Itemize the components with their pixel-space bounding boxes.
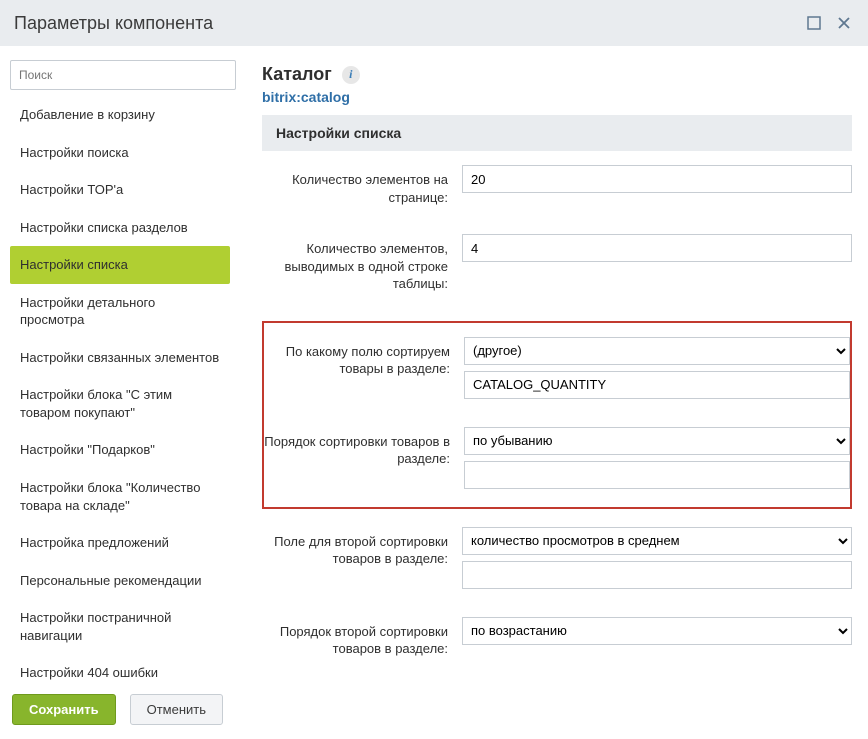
input-sort-field2[interactable] xyxy=(462,561,852,589)
select-sort-field2[interactable]: количество просмотров в среднем xyxy=(462,527,852,555)
input-line-count[interactable] xyxy=(462,234,852,262)
input-page-count[interactable] xyxy=(462,165,852,193)
search-input[interactable] xyxy=(11,61,235,89)
sidebar-item-13[interactable]: Настройки 404 ошибки xyxy=(10,654,230,680)
sidebar-item-0[interactable]: Добавление в корзину xyxy=(10,96,230,134)
sidebar-item-9[interactable]: Настройки блока "Количество товара на ск… xyxy=(10,469,230,524)
page-title: Каталог xyxy=(262,64,332,85)
label-line-count: Количество элементов, выводимых в одной … xyxy=(262,234,462,293)
info-icon[interactable]: i xyxy=(342,66,360,84)
input-sort-field[interactable] xyxy=(464,371,850,399)
select-sort-order2[interactable]: по возрастанию xyxy=(462,617,852,645)
label-sort-field: По какому полю сортируем товары в раздел… xyxy=(264,337,464,378)
component-id: bitrix:catalog xyxy=(262,89,858,105)
sidebar-item-5[interactable]: Настройки детального просмотра xyxy=(10,284,230,339)
cancel-button[interactable]: Отменить xyxy=(130,694,223,725)
label-page-count: Количество элементов на странице: xyxy=(262,165,462,206)
save-button[interactable]: Сохранить xyxy=(12,694,116,725)
window-title: Параметры компонента xyxy=(14,13,213,34)
sidebar-item-7[interactable]: Настройки блока "С этим товаром покупают… xyxy=(10,376,230,431)
sidebar-item-11[interactable]: Персональные рекомендации xyxy=(10,562,230,600)
sidebar-item-6[interactable]: Настройки связанных элементов xyxy=(10,339,230,377)
select-sort-field[interactable]: (другое) xyxy=(464,337,850,365)
sidebar-item-2[interactable]: Настройки ТОР'а xyxy=(10,171,230,209)
section-header: Настройки списка xyxy=(262,115,852,151)
highlight-box: По какому полю сортируем товары в раздел… xyxy=(262,321,852,509)
label-sort-field2: Поле для второй сортировки товаров в раз… xyxy=(262,527,462,568)
sidebar-item-8[interactable]: Настройки "Подарков" xyxy=(10,431,230,469)
sidebar-item-3[interactable]: Настройки списка разделов xyxy=(10,209,230,247)
input-sort-order[interactable] xyxy=(464,461,850,489)
select-sort-order[interactable]: по убыванию xyxy=(464,427,850,455)
sidebar-item-1[interactable]: Настройки поиска xyxy=(10,134,230,172)
label-sort-order: Порядок сортировки товаров в разделе: xyxy=(264,427,464,468)
close-icon[interactable] xyxy=(834,13,854,33)
horizontal-scrollbar[interactable] xyxy=(262,664,858,680)
maximize-icon[interactable] xyxy=(804,13,824,33)
sidebar-item-10[interactable]: Настройка предложений xyxy=(10,524,230,562)
sidebar-item-4[interactable]: Настройки списка xyxy=(10,246,230,284)
label-sort-order2: Порядок второй сортировки товаров в разд… xyxy=(262,617,462,658)
sidebar-item-12[interactable]: Настройки постраничной навигации xyxy=(10,599,230,654)
